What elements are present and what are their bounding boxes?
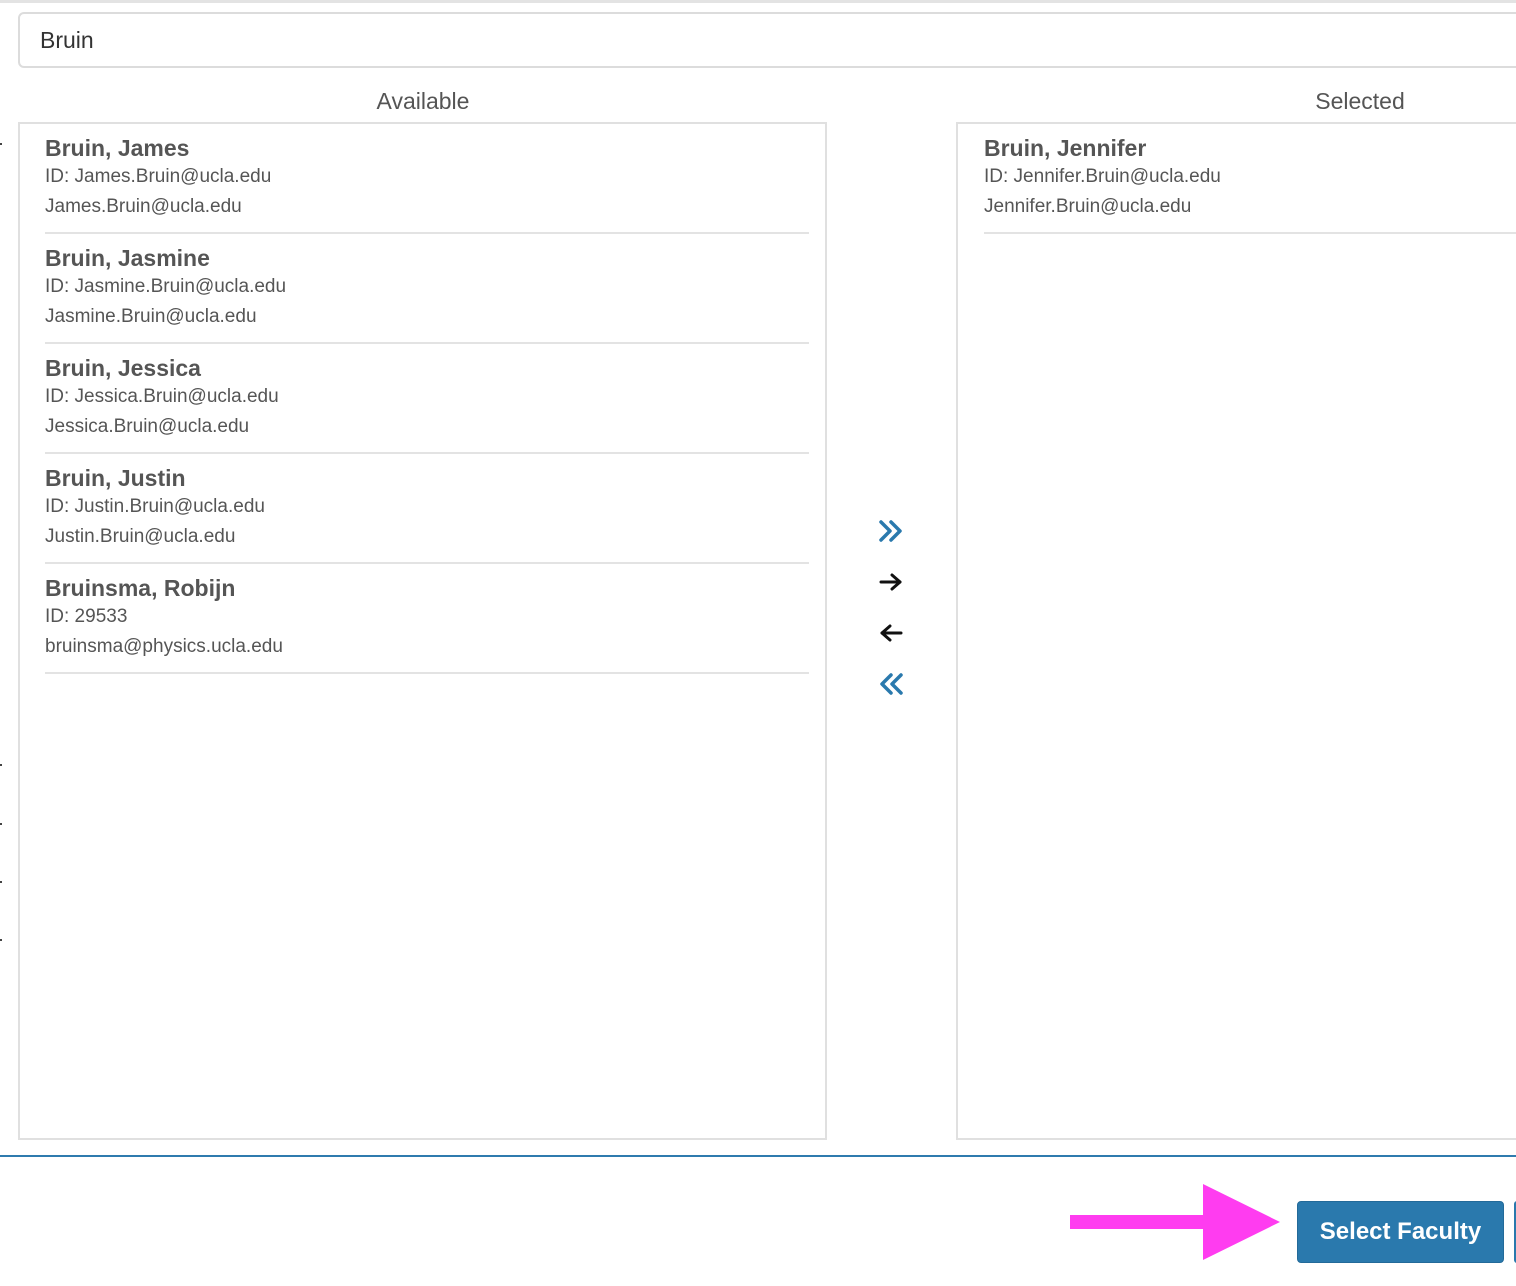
faculty-id: ID: 29533 xyxy=(45,606,128,627)
faculty-name: Bruin, James xyxy=(45,135,190,161)
move-all-left-button[interactable] xyxy=(866,658,916,709)
top-divider xyxy=(0,0,1516,3)
available-title: Available xyxy=(376,88,470,114)
search-input[interactable] xyxy=(18,12,1516,68)
edge-mark xyxy=(0,823,2,825)
list-item[interactable]: Bruin, Justin ID: Justin.Bruin@ucla.edu … xyxy=(45,454,809,564)
faculty-name: Bruin, Jasmine xyxy=(45,245,210,271)
available-list: Bruin, James ID: James.Bruin@ucla.edu Ja… xyxy=(45,124,809,674)
edge-mark xyxy=(0,939,2,941)
faculty-id: ID: Jasmine.Bruin@ucla.edu xyxy=(45,276,287,297)
faculty-id: ID: Jennifer.Bruin@ucla.edu xyxy=(984,166,1221,187)
list-item[interactable]: Bruin, Jessica ID: Jessica.Bruin@ucla.ed… xyxy=(45,344,809,454)
list-item[interactable]: Bruin, Jasmine ID: Jasmine.Bruin@ucla.ed… xyxy=(45,234,809,344)
faculty-email: bruinsma@physics.ucla.edu xyxy=(45,636,283,657)
select-faculty-button[interactable]: Select Faculty xyxy=(1297,1201,1504,1263)
double-chevron-right-icon xyxy=(879,519,902,542)
faculty-name: Bruinsma, Robijn xyxy=(45,575,236,601)
double-chevron-left-icon xyxy=(880,672,903,695)
faculty-id: ID: Jessica.Bruin@ucla.edu xyxy=(45,386,279,407)
faculty-email: Jessica.Bruin@ucla.edu xyxy=(45,416,250,437)
faculty-email: Jennifer.Bruin@ucla.edu xyxy=(984,196,1192,217)
arrow-right-icon xyxy=(879,573,902,590)
list-item[interactable]: Bruinsma, Robijn ID: 29533 bruinsma@phys… xyxy=(45,564,809,674)
faculty-name: Bruin, Justin xyxy=(45,465,186,491)
selected-list-panel[interactable]: Bruin, Jennifer ID: Jennifer.Bruin@ucla.… xyxy=(956,122,1516,1140)
move-all-right-button[interactable] xyxy=(866,505,916,556)
list-item[interactable]: Bruin, Jennifer ID: Jennifer.Bruin@ucla.… xyxy=(984,124,1516,234)
selected-list: Bruin, Jennifer ID: Jennifer.Bruin@ucla.… xyxy=(984,124,1516,234)
edge-mark xyxy=(0,764,2,766)
faculty-name: Bruin, Jessica xyxy=(45,355,201,381)
move-left-button[interactable] xyxy=(866,607,916,658)
edge-mark xyxy=(0,143,2,145)
faculty-id: ID: James.Bruin@ucla.edu xyxy=(45,166,272,187)
faculty-email: James.Bruin@ucla.edu xyxy=(45,196,242,217)
selected-title: Selected xyxy=(1315,88,1405,114)
transfer-controls xyxy=(866,505,916,709)
footer-divider xyxy=(0,1155,1516,1157)
list-item[interactable]: Bruin, James ID: James.Bruin@ucla.edu Ja… xyxy=(45,124,809,234)
move-right-button[interactable] xyxy=(866,556,916,607)
faculty-email: Justin.Bruin@ucla.edu xyxy=(45,526,236,547)
available-list-panel[interactable]: Bruin, James ID: James.Bruin@ucla.edu Ja… xyxy=(18,122,827,1140)
faculty-name: Bruin, Jennifer xyxy=(984,135,1147,161)
faculty-id: ID: Justin.Bruin@ucla.edu xyxy=(45,496,265,517)
edge-mark xyxy=(0,881,2,883)
faculty-email: Jasmine.Bruin@ucla.edu xyxy=(45,306,257,327)
pointer-arrow-icon xyxy=(1070,1184,1280,1260)
arrow-left-icon xyxy=(880,624,903,641)
